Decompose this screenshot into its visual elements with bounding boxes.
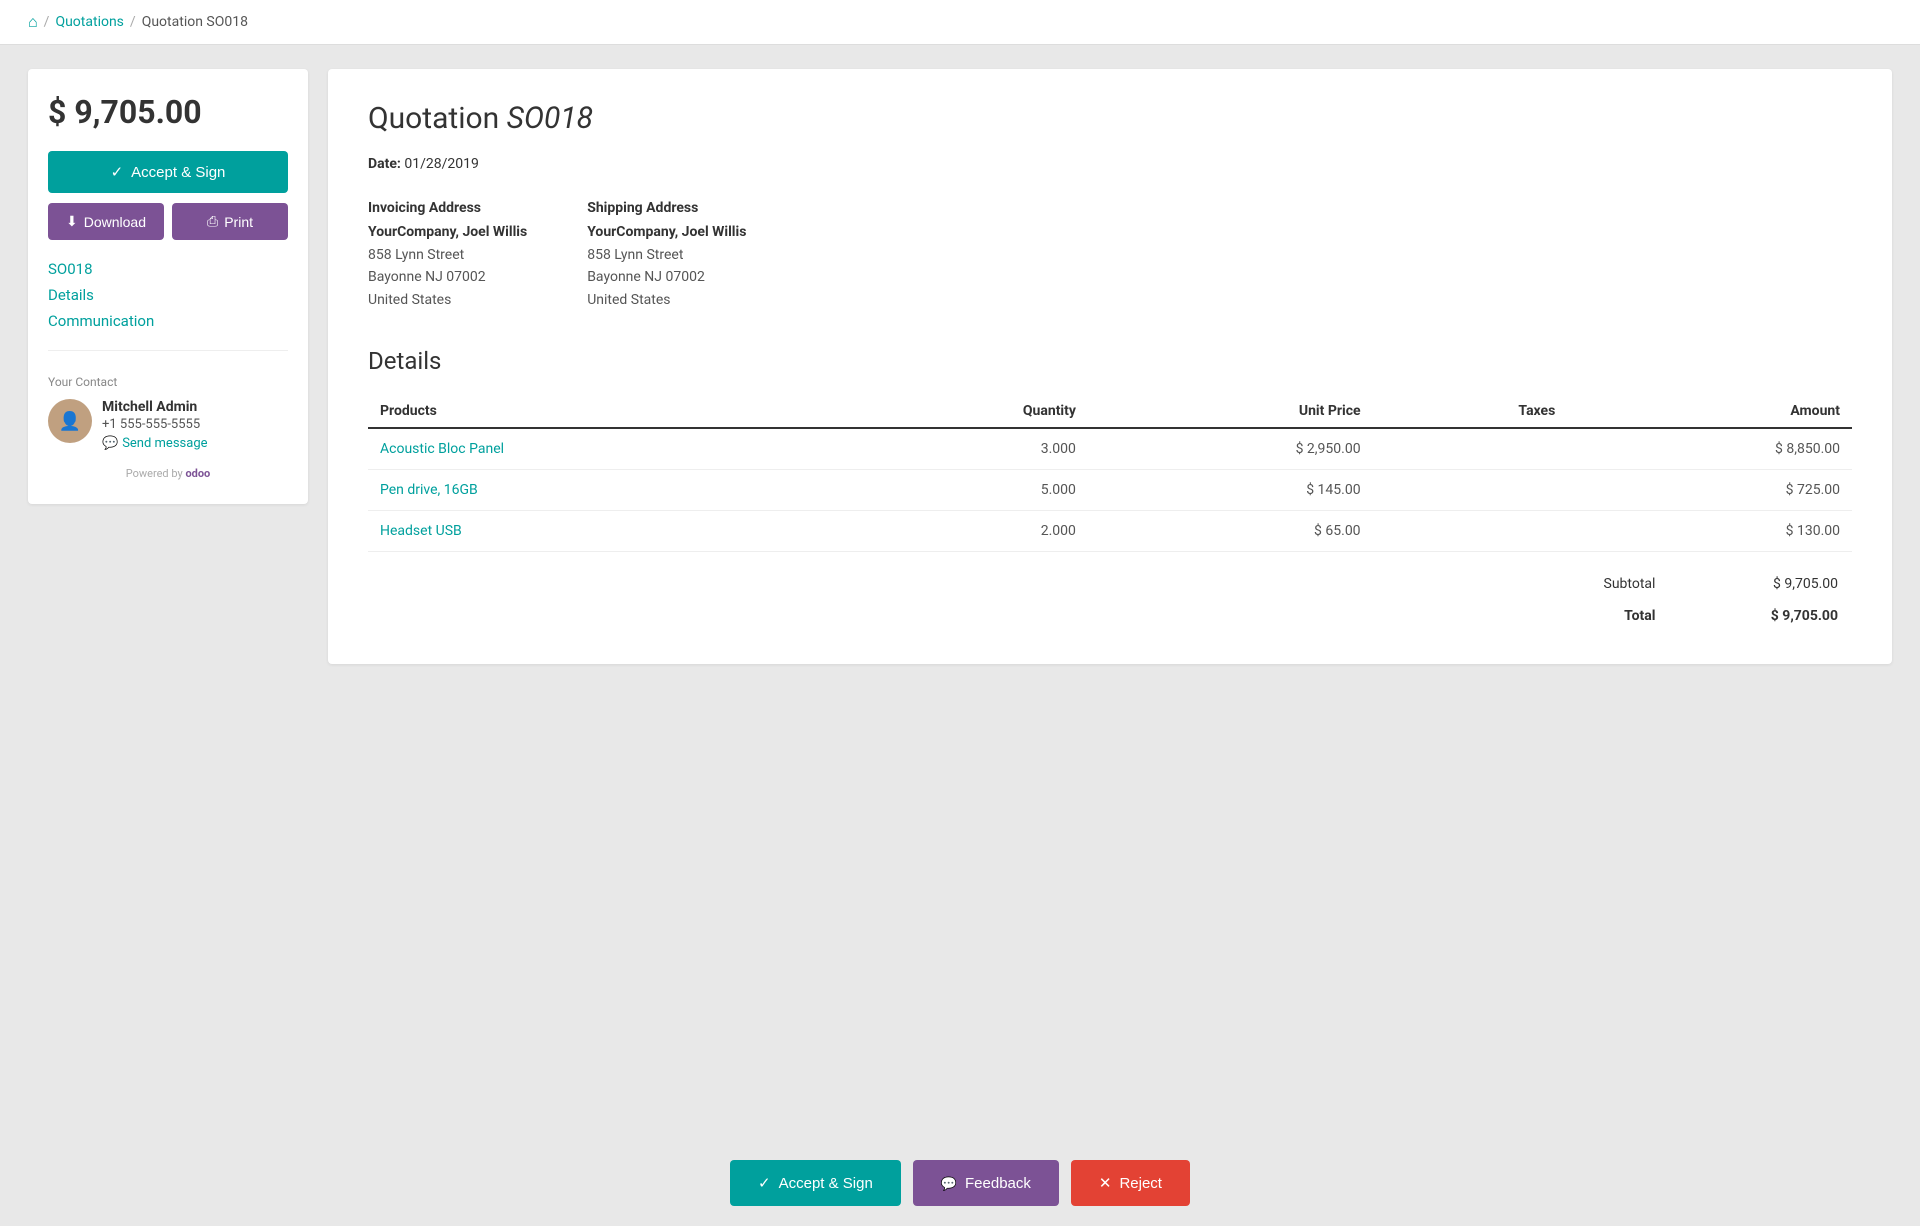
row-taxes xyxy=(1373,428,1568,470)
row-unit-price: $ 145.00 xyxy=(1088,470,1373,511)
send-message-link[interactable]: Send message xyxy=(102,436,208,451)
col-header-quantity: Quantity xyxy=(841,395,1087,428)
action-buttons-row: Download Print xyxy=(48,203,288,240)
invoicing-street: 858 Lynn Street xyxy=(368,244,527,266)
contact-details: Mitchell Admin +1 555-555-5555 Send mess… xyxy=(102,399,208,451)
subtotal-label: Subtotal xyxy=(1553,570,1667,598)
accept-sign-button-sidebar[interactable]: Accept & Sign xyxy=(48,151,288,193)
invoicing-address-heading: Invoicing Address xyxy=(368,200,527,216)
sidebar: $ 9,705.00 Accept & Sign Download Print … xyxy=(28,69,308,504)
speech-bubble-icon xyxy=(102,436,118,451)
home-icon[interactable]: ⌂ xyxy=(28,12,38,32)
col-header-unit-price: Unit Price xyxy=(1088,395,1373,428)
shipping-company: YourCompany, Joel Willis xyxy=(587,224,746,240)
row-unit-price: $ 2,950.00 xyxy=(1088,428,1373,470)
sidebar-price: $ 9,705.00 xyxy=(48,93,288,131)
col-header-amount: Amount xyxy=(1567,395,1852,428)
shipping-address-heading: Shipping Address xyxy=(587,200,746,216)
totals-table: Subtotal $ 9,705.00 Total $ 9,705.00 xyxy=(368,568,1852,632)
check-icon-bottom xyxy=(758,1174,771,1192)
print-button[interactable]: Print xyxy=(172,203,288,240)
sidebar-item-communication[interactable]: Communication xyxy=(48,312,288,330)
reject-button[interactable]: Reject xyxy=(1071,1160,1190,1206)
main-content: $ 9,705.00 Accept & Sign Download Print … xyxy=(0,45,1920,1140)
table-row: Pen drive, 16GB 5.000 $ 145.00 $ 725.00 xyxy=(368,470,1852,511)
table-row: Acoustic Bloc Panel 3.000 $ 2,950.00 $ 8… xyxy=(368,428,1852,470)
total-row: Total $ 9,705.00 xyxy=(370,600,1850,630)
your-contact-label: Your Contact xyxy=(48,375,288,389)
invoicing-city: Bayonne NJ 07002 xyxy=(368,266,527,288)
subtotal-row: Subtotal $ 9,705.00 xyxy=(370,570,1850,598)
avatar: 👤 xyxy=(48,399,92,443)
quotation-panel: Quotation SO018 Date: 01/28/2019 Invoici… xyxy=(328,69,1892,664)
shipping-city: Bayonne NJ 07002 xyxy=(587,266,746,288)
row-quantity: 5.000 xyxy=(841,470,1087,511)
row-amount: $ 130.00 xyxy=(1567,511,1852,552)
download-icon xyxy=(66,213,78,230)
breadcrumb-current: Quotation SO018 xyxy=(142,14,248,30)
shipping-street: 858 Lynn Street xyxy=(587,244,746,266)
quotation-title: Quotation SO018 xyxy=(368,101,1852,136)
row-taxes xyxy=(1373,511,1568,552)
odoo-logo: odoo xyxy=(185,467,210,480)
invoicing-address: Invoicing Address YourCompany, Joel Will… xyxy=(368,200,527,311)
sidebar-item-so018[interactable]: SO018 xyxy=(48,260,288,278)
product-link[interactable]: Pen drive, 16GB xyxy=(380,482,478,498)
download-button[interactable]: Download xyxy=(48,203,164,240)
col-header-taxes: Taxes xyxy=(1373,395,1568,428)
shipping-country: United States xyxy=(587,289,746,311)
total-value: $ 9,705.00 xyxy=(1669,600,1850,630)
contact-phone: +1 555-555-5555 xyxy=(102,417,208,432)
product-link[interactable]: Headset USB xyxy=(380,523,462,539)
contact-info: 👤 Mitchell Admin +1 555-555-5555 Send me… xyxy=(48,399,288,451)
subtotal-value: $ 9,705.00 xyxy=(1669,570,1850,598)
check-icon xyxy=(111,163,124,181)
contact-name: Mitchell Admin xyxy=(102,399,208,415)
powered-by: Powered by odoo xyxy=(48,467,288,480)
sidebar-nav: SO018 Details Communication xyxy=(48,260,288,351)
row-unit-price: $ 65.00 xyxy=(1088,511,1373,552)
row-taxes xyxy=(1373,470,1568,511)
breadcrumb-quotations[interactable]: Quotations xyxy=(55,14,123,30)
table-row: Headset USB 2.000 $ 65.00 $ 130.00 xyxy=(368,511,1852,552)
speech-icon-bottom xyxy=(941,1175,957,1192)
print-icon xyxy=(207,213,218,230)
x-icon-bottom xyxy=(1099,1174,1112,1192)
invoicing-company: YourCompany, Joel Willis xyxy=(368,224,527,240)
invoicing-country: United States xyxy=(368,289,527,311)
details-heading: Details xyxy=(368,347,1852,375)
addresses: Invoicing Address YourCompany, Joel Will… xyxy=(368,200,1852,311)
total-label: Total xyxy=(1553,600,1667,630)
sidebar-item-details[interactable]: Details xyxy=(48,286,288,304)
row-quantity: 2.000 xyxy=(841,511,1087,552)
product-link[interactable]: Acoustic Bloc Panel xyxy=(380,441,504,457)
row-amount: $ 725.00 xyxy=(1567,470,1852,511)
bottom-action-bar: Accept & Sign Feedback Reject xyxy=(0,1140,1920,1226)
breadcrumb: ⌂ / Quotations / Quotation SO018 xyxy=(0,0,1920,45)
feedback-button[interactable]: Feedback xyxy=(913,1160,1059,1206)
products-table: Products Quantity Unit Price Taxes Amoun… xyxy=(368,395,1852,552)
accept-sign-button-bottom[interactable]: Accept & Sign xyxy=(730,1160,901,1206)
col-header-products: Products xyxy=(368,395,841,428)
row-amount: $ 8,850.00 xyxy=(1567,428,1852,470)
quotation-date: Date: 01/28/2019 xyxy=(368,156,1852,172)
row-quantity: 3.000 xyxy=(841,428,1087,470)
details-section: Details Products Quantity Unit Price Tax… xyxy=(368,347,1852,632)
shipping-address: Shipping Address YourCompany, Joel Willi… xyxy=(587,200,746,311)
